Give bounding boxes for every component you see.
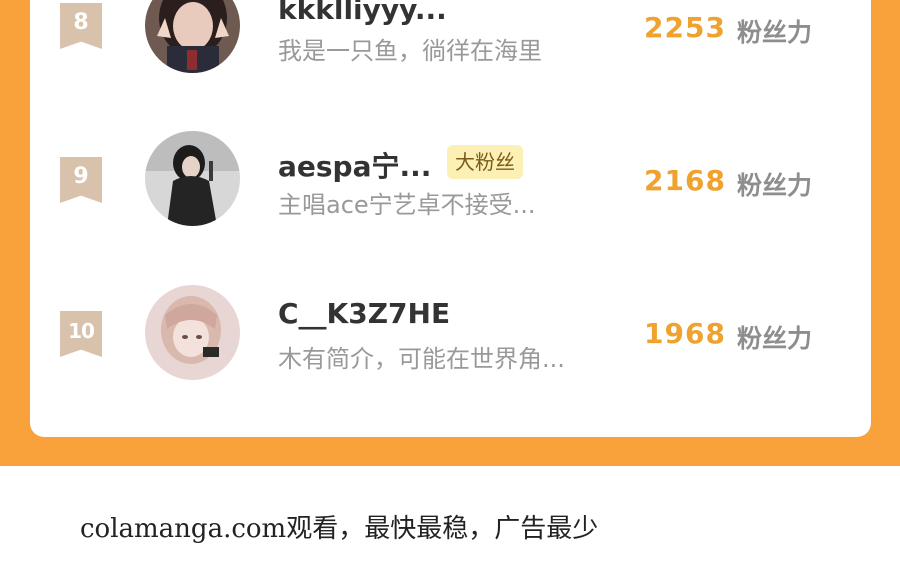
avatar-image [145, 285, 240, 380]
big-fan-badge: 大粉丝 [447, 145, 523, 179]
fan-score: 2168 [644, 164, 726, 197]
rank-badge: 9 [60, 157, 102, 203]
avatar[interactable] [145, 0, 240, 73]
user-name[interactable]: aespa宁... [278, 145, 431, 185]
ranking-row[interactable]: 9 aespa宁... 大粉丝 主唱ace宁艺卓不接受... 2168 粉丝力 [0, 127, 900, 227]
user-bio: 木有简介，可能在世界角... [278, 345, 565, 373]
fan-score: 2253 [644, 11, 726, 44]
user-name[interactable]: C__K3Z7HE [278, 297, 450, 330]
user-bio: 主唱ace宁艺卓不接受... [278, 191, 536, 219]
avatar-image [145, 131, 240, 226]
avatar[interactable] [145, 285, 240, 380]
ranking-row[interactable]: 8 kkklliyyy... 我是一只鱼，徜徉在海里 2253 粉丝力 [0, 0, 900, 73]
fan-score-unit: 粉丝力 [737, 324, 813, 353]
rank-badge: 10 [60, 311, 102, 357]
rank-badge: 8 [60, 3, 102, 49]
user-bio: 我是一只鱼，徜徉在海里 [278, 37, 542, 65]
user-name[interactable]: kkklliyyy... [278, 0, 447, 26]
avatar[interactable] [145, 131, 240, 226]
avatar-image [145, 0, 240, 73]
fan-score-unit: 粉丝力 [737, 18, 813, 47]
ranking-row[interactable]: 10 C__K3Z7HE 木有简介，可能在世界角... 1968 粉丝力 [0, 281, 900, 381]
fan-score: 1968 [644, 317, 726, 350]
fan-score-unit: 粉丝力 [737, 171, 813, 200]
watermark-text: colamanga.com观看，最快最稳，广告最少 [80, 514, 599, 544]
